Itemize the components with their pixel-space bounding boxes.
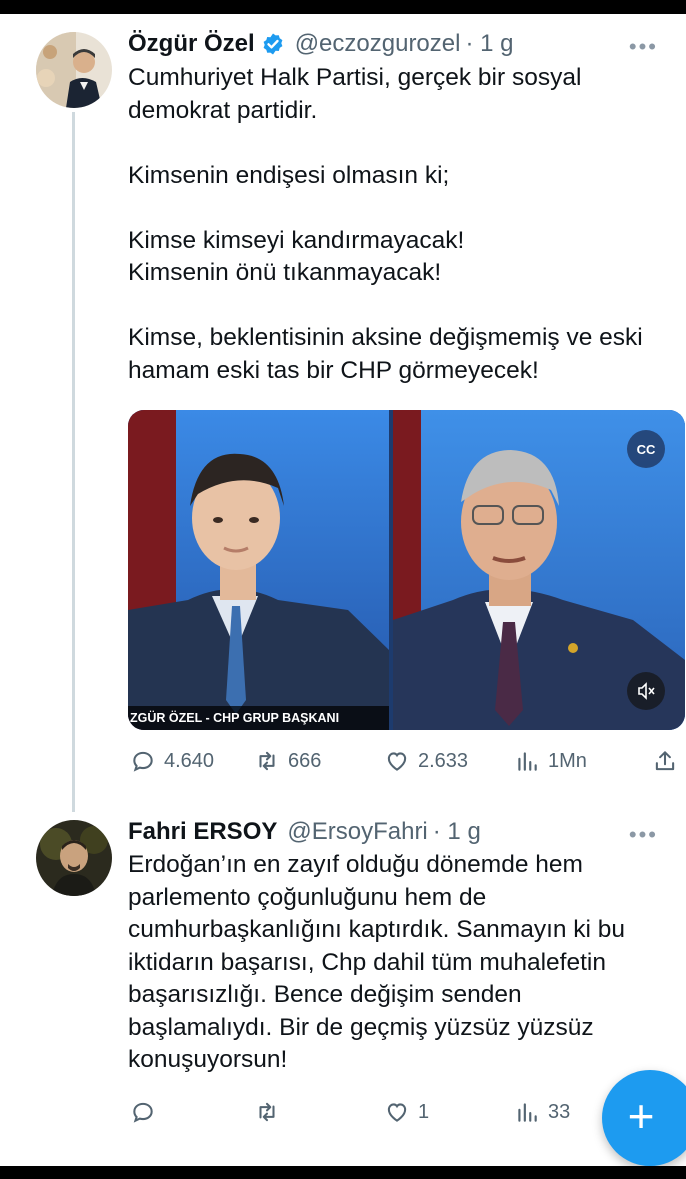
verified-badge-icon (261, 32, 285, 56)
like-button[interactable]: 1 (384, 1095, 429, 1129)
like-icon (387, 752, 407, 771)
author-name[interactable]: Fahri ERSOY (128, 818, 277, 846)
author-handle[interactable]: @ErsoyFahri (287, 818, 427, 846)
share-button[interactable] (652, 744, 686, 778)
more-icon[interactable]: ••• (629, 34, 658, 60)
tweet-text: Erdoğan’ın en zayıf olduğu dönemde hem p… (128, 851, 626, 1073)
repost-icon (259, 1102, 275, 1122)
tweet-text: Cumhuriyet Halk Partisi, gerçek bir sosy… (128, 64, 643, 384)
reply-count: 4.640 (164, 749, 215, 772)
navigation-bar (0, 1166, 686, 1179)
tweet-time[interactable]: · 1 g (433, 818, 481, 846)
tweet-actions: 4.640 666 2.633 1Mn (128, 744, 684, 778)
reply-button[interactable] (130, 1095, 164, 1129)
views-count: 33 (548, 1100, 571, 1123)
share-icon (655, 751, 675, 771)
repost-button[interactable]: 666 (254, 744, 321, 778)
tweet-ozgur-ozel[interactable]: Özgür Özel @eczozgurozel · 1 g ••• Cumhu… (0, 0, 686, 800)
tweet-media[interactable]: ZGÜR ÖZEL - CHP GRUP BAŞKANI CC (128, 410, 685, 730)
like-count: 1 (418, 1100, 430, 1123)
media-right-panel: CC (393, 410, 685, 730)
tweet-time[interactable]: · 1 g (465, 30, 513, 58)
tweet-actions: 1 33 (128, 1095, 684, 1129)
tweet-header: Özgür Özel @eczozgurozel · 1 g (128, 28, 514, 60)
media-caption: ZGÜR ÖZEL - CHP GRUP BAŞKANI (128, 706, 389, 730)
like-count: 2.633 (418, 749, 469, 772)
mute-icon[interactable] (627, 672, 665, 710)
reply-icon (133, 1102, 153, 1123)
tweet-header: Fahri ERSOY @ErsoyFahri · 1 g (128, 816, 481, 848)
avatar-fahri-ersoy[interactable] (36, 820, 112, 896)
captions-icon[interactable]: CC (627, 430, 665, 468)
reply-button[interactable]: 4.640 (130, 744, 214, 778)
more-icon[interactable]: ••• (629, 822, 658, 848)
compose-icon: + (627, 1090, 655, 1142)
views-button[interactable]: 33 (514, 1095, 570, 1129)
reply-icon (133, 751, 153, 772)
like-button[interactable]: 2.633 (384, 744, 468, 778)
author-name[interactable]: Özgür Özel (128, 30, 255, 58)
tweet-fahri-ersoy[interactable]: Fahri ERSOY @ErsoyFahri · 1 g ••• Erdoğa… (0, 800, 686, 1166)
repost-icon (259, 751, 275, 771)
repost-button[interactable] (254, 1095, 288, 1129)
views-icon (518, 1103, 537, 1122)
views-icon (518, 752, 537, 771)
views-count: 1Mn (548, 749, 587, 772)
views-button[interactable]: 1Mn (514, 744, 587, 778)
author-handle[interactable]: @eczozgurozel (295, 30, 461, 58)
avatar-ozgur-ozel[interactable] (36, 32, 112, 108)
like-icon (387, 1103, 407, 1122)
media-left-panel: ZGÜR ÖZEL - CHP GRUP BAŞKANI (128, 410, 389, 730)
repost-count: 666 (288, 749, 322, 772)
